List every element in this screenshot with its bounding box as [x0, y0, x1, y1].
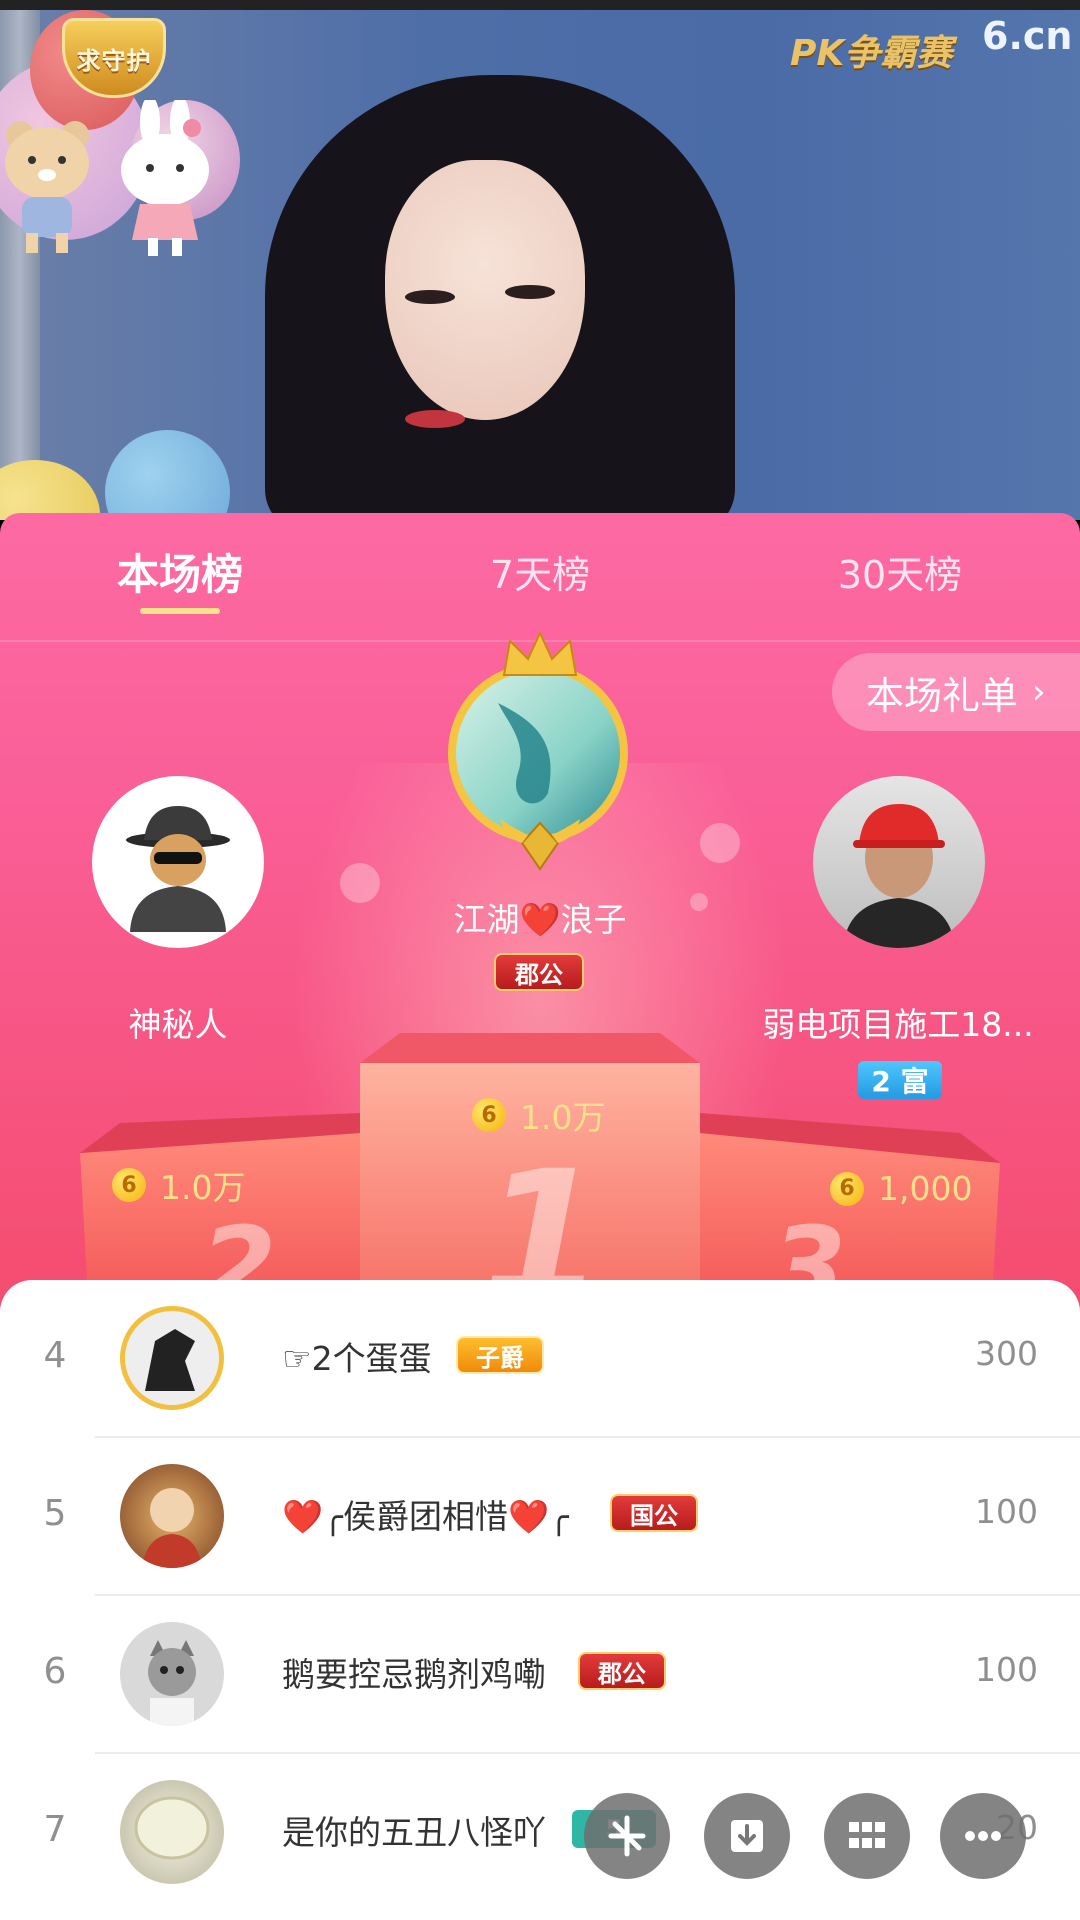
more-icon — [965, 1831, 1001, 1841]
list-item[interactable]: 7 是你的五丑八怪吖 5 20 — [0, 1754, 1080, 1912]
sparkle — [700, 823, 740, 863]
user-score: 100 — [975, 1492, 1038, 1531]
more-options-button[interactable] — [940, 1793, 1026, 1879]
leaderboard-list[interactable]: 4 ☞2个蛋蛋 子爵 300 5 ❤️╭侯爵团相惜❤️╭ 国公 100 6 鹅要… — [0, 1280, 1080, 1920]
tab-7-days[interactable]: 7天榜 — [470, 543, 610, 599]
rank-badge: 郡公 — [578, 1652, 666, 1690]
user-avatar[interactable] — [120, 1780, 224, 1884]
crown-icon — [502, 631, 578, 676]
streamer-face — [385, 160, 585, 420]
second-place-name: 神秘人 — [128, 1005, 228, 1044]
pk-battle-logo: PK争霸赛 — [790, 33, 953, 74]
third-place-wealth-badge: 2 富 — [858, 1061, 942, 1099]
user-name: 鹅要控忌鹅剂鸡嘞 — [282, 1655, 546, 1694]
list-item[interactable]: 4 ☞2个蛋蛋 子爵 300 — [0, 1280, 1080, 1438]
worker-photo-image — [843, 804, 955, 948]
streamer-lips — [405, 410, 465, 428]
rank-number: 7 — [43, 1809, 67, 1850]
rank-number: 6 — [43, 1651, 67, 1692]
live-video[interactable]: 求守护 PK争霸赛 6.cn — [0, 0, 1080, 520]
third-place-score: 6 1,000 — [830, 1169, 972, 1208]
wings-emblem-icon — [500, 819, 580, 871]
rank-badge: 子爵 — [456, 1336, 544, 1374]
second-place-score: 6 1.0万 — [112, 1161, 245, 1209]
user-score: 100 — [975, 1650, 1038, 1689]
streamer-eye — [405, 290, 455, 304]
coin-icon: 6 — [472, 1098, 506, 1132]
cat-avatar-image — [148, 1640, 196, 1726]
gift-list-button[interactable]: 本场礼单 › — [832, 653, 1080, 731]
mystery-man-icon — [126, 806, 230, 932]
sparkle — [690, 893, 708, 911]
user-name: ❤️╭侯爵团相惜❤️╭ — [282, 1497, 569, 1536]
rank-number: 5 — [43, 1493, 67, 1534]
first-place-name: 江湖❤️浪子 — [453, 900, 627, 939]
grid-icon — [849, 1822, 885, 1848]
rank-badge: 国公 — [610, 1494, 698, 1532]
tab-30-days[interactable]: 30天榜 — [820, 543, 980, 599]
dragon-avatar-image — [498, 703, 551, 804]
first-place-rank-badge: 郡公 — [494, 953, 584, 991]
user-avatar[interactable] — [120, 1464, 224, 1568]
second-place-avatar[interactable] — [92, 776, 264, 948]
coin-icon: 6 — [830, 1171, 864, 1206]
user-name: ☞2个蛋蛋 — [282, 1339, 432, 1378]
tab-this-session[interactable]: 本场榜 — [110, 543, 250, 599]
active-tab-indicator — [140, 608, 220, 614]
third-place-score-value: 1,000 — [878, 1169, 973, 1208]
rank-number: 4 — [43, 1335, 67, 1376]
list-item[interactable]: 6 鹅要控忌鹅剂鸡嘞 郡公 100 — [0, 1596, 1080, 1754]
second-place-score-value: 1.0万 — [160, 1168, 246, 1207]
third-place-name: 弱电项目施工18... — [762, 1005, 1034, 1044]
leaderboard-tabs: 本场榜 7天榜 30天榜 — [0, 513, 1080, 640]
chevron-right-icon: › — [1032, 672, 1046, 712]
six-logo-icon — [608, 1815, 646, 1857]
grid-menu-button[interactable] — [824, 1793, 910, 1879]
streamer-eye — [505, 285, 555, 299]
six-logo-button[interactable] — [584, 1793, 670, 1879]
gift-list-label: 本场礼单 — [866, 673, 1019, 718]
first-place-score-value: 1.0万 — [520, 1098, 606, 1137]
bunny-sticker — [121, 100, 209, 256]
list-item[interactable]: 5 ❤️╭侯爵团相惜❤️╭ 国公 100 — [0, 1438, 1080, 1596]
third-place-avatar[interactable] — [813, 776, 985, 948]
sparkle — [340, 863, 380, 903]
bear-sticker — [5, 121, 89, 253]
user-score: 300 — [975, 1334, 1038, 1373]
download-icon — [731, 1820, 763, 1852]
coin-icon: 6 — [112, 1168, 146, 1202]
site-logo: 6.cn — [982, 14, 1073, 58]
user-name: 是你的五丑八怪吖 — [282, 1813, 546, 1852]
user-avatar[interactable] — [120, 1306, 224, 1410]
balloon — [0, 460, 100, 520]
balloon — [105, 430, 230, 520]
bowl-avatar-image — [134, 1796, 210, 1860]
status-bar — [0, 0, 1080, 10]
download-button[interactable] — [704, 1793, 790, 1879]
monkey-king-avatar-image — [142, 1488, 202, 1568]
user-avatar[interactable] — [120, 1622, 224, 1726]
first-place-score: 6 1.0万 — [472, 1091, 605, 1139]
horse-avatar-image — [145, 1329, 195, 1391]
